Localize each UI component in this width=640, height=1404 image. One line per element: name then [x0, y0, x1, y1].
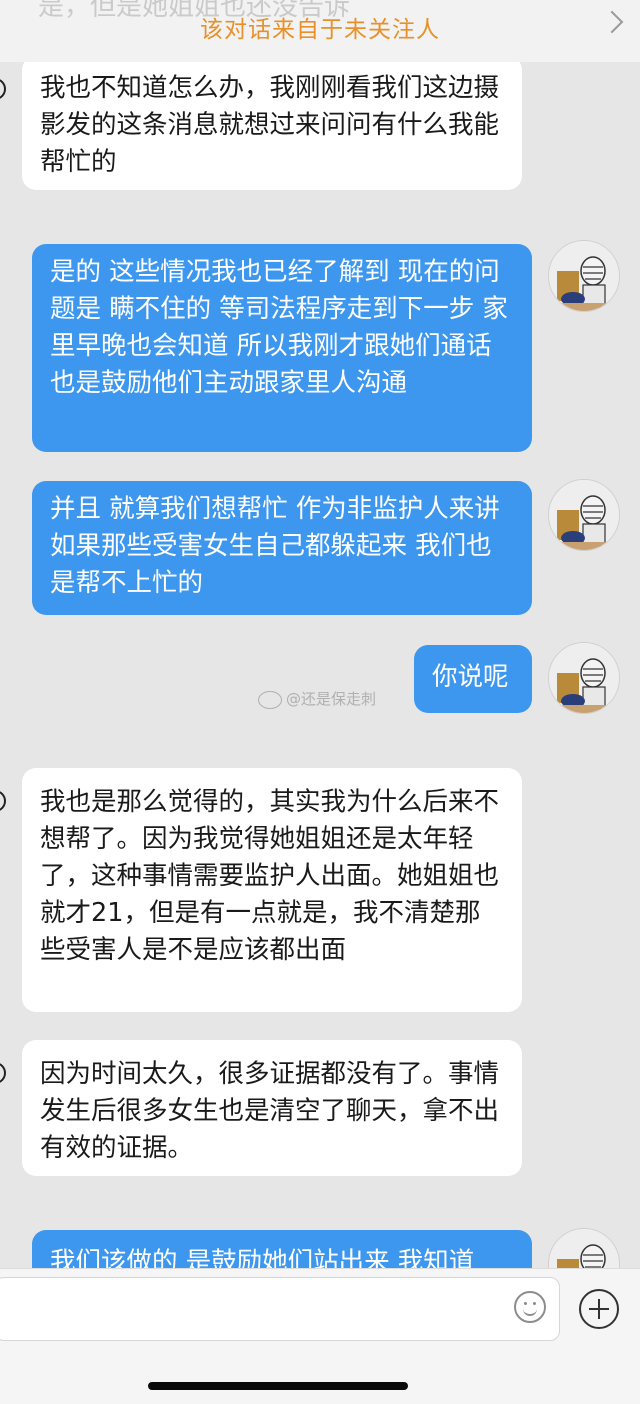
emoji-icon[interactable]	[514, 1291, 546, 1323]
message-bubble-incoming[interactable]: 我也不知道怎么办，我刚刚看我们这边摄影发的这条消息就想过来问问有什么我能帮忙的	[22, 56, 522, 190]
message-text: 你说呢	[432, 662, 509, 692]
watermark: @还是保走刺	[258, 688, 376, 709]
message-input[interactable]	[0, 1277, 560, 1341]
my-avatar[interactable]	[548, 642, 620, 714]
message-bubble-outgoing[interactable]: 你说呢	[414, 645, 532, 713]
stranger-notice-banner[interactable]: 是，但是她姐姐也还没告诉 该对话来自于未关注人	[0, 0, 640, 62]
emoji-eye-right	[533, 1302, 536, 1305]
message-bubble-incoming[interactable]: 因为时间太久，很多证据都没有了。事情发生后很多女生也是清空了聊天，拿不出有效的证…	[22, 1040, 522, 1176]
message-text: 是的 这些情况我也已经了解到 现在的问题是 瞒不住的 等司法程序走到下一步 家里…	[50, 257, 508, 398]
message-text: 我也不知道怎么办，我刚刚看我们这边摄影发的这条消息就想过来问问有什么我能帮忙的	[40, 73, 500, 177]
message-bubble-outgoing[interactable]: 我们该做的 是鼓励她们站出来 我知道	[32, 1230, 532, 1268]
my-avatar[interactable]	[548, 240, 620, 312]
message-bubble-outgoing[interactable]: 并且 就算我们想帮忙 作为非监护人来讲 如果那些受害女生自己都躲起来 我们也是帮…	[32, 481, 532, 615]
message-bubble-outgoing[interactable]: 是的 这些情况我也已经了解到 现在的问题是 瞒不住的 等司法程序走到下一步 家里…	[32, 244, 532, 452]
banner-title: 该对话来自于未关注人	[200, 17, 440, 43]
my-avatar[interactable]	[548, 1228, 620, 1268]
avatar-illustration	[549, 1229, 619, 1268]
watermark-text: @还是保走刺	[286, 690, 377, 708]
avatar-illustration	[549, 643, 619, 713]
message-bubble-incoming[interactable]: 我也是那么觉得的，其实我为什么后来不想帮了。因为我觉得她姐姐还是太年轻了，这种事…	[22, 768, 522, 1012]
message-text: 因为时间太久，很多证据都没有了。事情发生后很多女生也是清空了聊天，拿不出有效的证…	[40, 1059, 500, 1163]
message-text: 并且 就算我们想帮忙 作为非监护人来讲 如果那些受害女生自己都躲起来 我们也是帮…	[50, 494, 500, 598]
my-avatar[interactable]	[548, 479, 620, 551]
message-text: 我也是那么觉得的，其实我为什么后来不想帮了。因为我觉得她姐姐还是太年轻了，这种事…	[40, 787, 500, 965]
home-indicator	[148, 1382, 408, 1390]
input-bar	[0, 1268, 640, 1404]
sender-avatar-edge	[0, 790, 6, 812]
avatar-illustration	[549, 241, 619, 311]
message-text: 我们该做的 是鼓励她们站出来 我知道	[50, 1247, 475, 1268]
avatar-illustration	[549, 480, 619, 550]
weibo-icon	[258, 690, 282, 709]
emoji-mouth	[523, 1307, 537, 1316]
sender-avatar-edge	[0, 78, 6, 100]
plus-icon[interactable]	[579, 1289, 619, 1329]
chat-area[interactable]: 我也不知道怎么办，我刚刚看我们这边摄影发的这条消息就想过来问问有什么我能帮忙的 …	[0, 0, 640, 1268]
sender-avatar-edge	[0, 1062, 6, 1084]
emoji-eye-left	[524, 1302, 527, 1305]
